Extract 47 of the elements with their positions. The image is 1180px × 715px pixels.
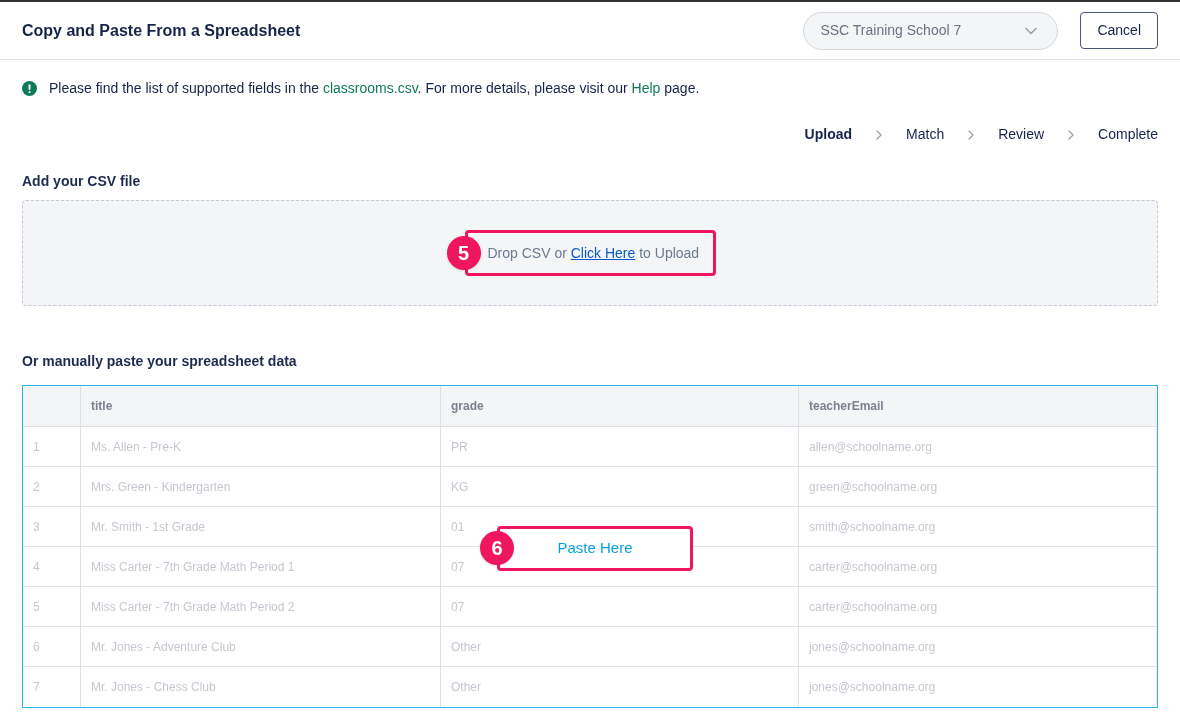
drop-text: Drop CSV or Click Here to Upload (487, 243, 700, 263)
info-icon (22, 81, 37, 96)
row-number: 2 (23, 467, 81, 506)
notice-link[interactable]: Help (631, 80, 661, 96)
table-cell: Other (441, 667, 799, 707)
step-number-badge: 6 (480, 531, 514, 565)
row-number: 3 (23, 507, 81, 546)
table-cell: Miss Carter - 7th Grade Math Period 2 (81, 587, 441, 626)
table-cell-text: smith@schoolname.org (808, 518, 937, 536)
table-cell: KG (441, 467, 799, 506)
column-header: title (81, 386, 441, 426)
step-number-badge: 5 (446, 236, 481, 270)
section-label: Add your CSV file (22, 172, 142, 191)
table-cell: PR (441, 427, 799, 466)
table-cell-text: carter@schoolname.org (808, 558, 939, 576)
paste-table[interactable] (22, 385, 1158, 708)
column-header: teacherEmail (808, 398, 885, 415)
dialog-title: Copy and Paste From a Spreadsheet (22, 20, 302, 41)
row-number: 7 (23, 667, 81, 707)
click-here-link[interactable]: Click Here (570, 244, 636, 261)
cancel-button[interactable]: Cancel (1080, 12, 1158, 49)
step-label: Match (906, 125, 945, 144)
table-cell-text: carter@schoolname.org (808, 598, 939, 616)
row-number: 6 (23, 627, 81, 666)
row-number: 5 (23, 587, 81, 626)
table-cell-text: allen@schoolname.org (808, 438, 933, 456)
section-label: Or manually paste your spreadsheet data (22, 352, 298, 371)
table-cell: Mrs. Green - Kindergarten (81, 467, 441, 506)
column-header: grade (441, 386, 799, 426)
table-cell: Miss Carter - 7th Grade Math Period 1 (81, 547, 441, 586)
table-cell-text: jones@schoolname.org (807, 679, 937, 696)
notice-link[interactable]: classrooms.csv (322, 80, 418, 96)
step-label: Upload (804, 125, 853, 144)
table-cell: Other (441, 627, 799, 666)
table-cell: Mr. Jones - Chess Club (81, 667, 441, 707)
table-cell: Ms. Allen - Pre-K (81, 427, 441, 466)
table-cell: Mr. Smith - 1st Grade (81, 507, 441, 546)
notice-text: Please find the list of supported fields in the classrooms.csv. For more details, please visit our Help page. (49, 79, 700, 98)
table-cell: 07 (441, 587, 799, 626)
row-number: 1 (23, 427, 81, 466)
table-cell-text: green@schoolname.org (808, 478, 939, 496)
row-number: 4 (23, 547, 81, 586)
school-select[interactable]: SSC Training School 7 (803, 11, 1059, 50)
step-label: Complete (1098, 125, 1158, 144)
step-label: Review (998, 125, 1045, 144)
table-cell-text: jones@schoolname.org (807, 638, 937, 656)
table-cell: Mr. Jones - Adventure Club (81, 627, 441, 666)
